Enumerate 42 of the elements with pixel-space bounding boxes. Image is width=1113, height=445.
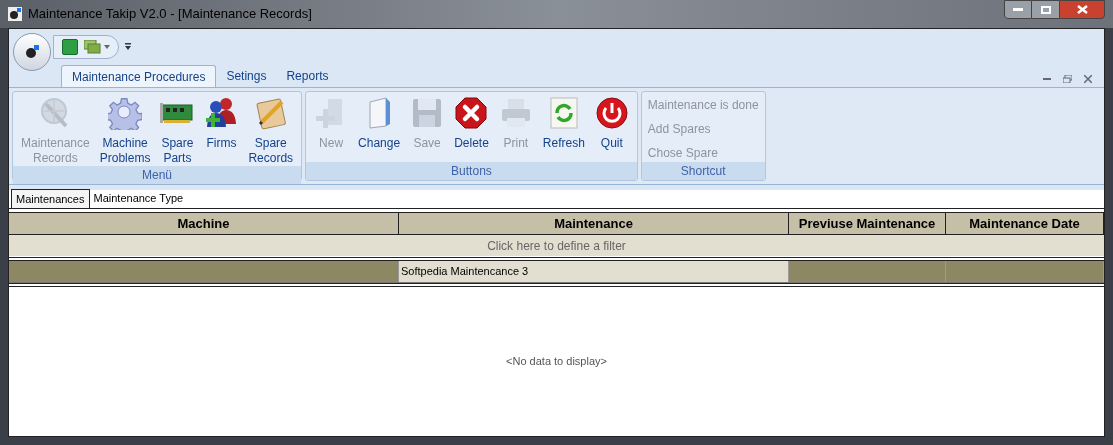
delete-icon	[454, 96, 489, 130]
maximize-icon	[1040, 5, 1051, 14]
window-title: Maintenance Takip V2.0 - [Maintenance Records]	[28, 5, 312, 24]
power-icon	[594, 96, 629, 130]
ribbon-button[interactable]: Machine Problems	[95, 96, 155, 166]
close-button[interactable]	[1059, 0, 1105, 19]
minimize-icon	[1043, 77, 1051, 81]
application-button[interactable]	[13, 33, 51, 71]
ribbon-tab[interactable]: Setings	[216, 65, 277, 87]
close-icon	[1084, 75, 1092, 83]
empty-message: <No data to display>	[506, 354, 607, 370]
maximize-button[interactable]	[1032, 0, 1059, 19]
minimize-icon	[1013, 7, 1023, 12]
column-header[interactable]: Maintenance	[399, 213, 789, 234]
ribbon-button[interactable]: Change	[354, 96, 405, 151]
customize-icon	[125, 43, 131, 51]
group-label: Menü	[13, 166, 302, 184]
ribbon-tab[interactable]: Reports	[276, 65, 339, 87]
ribbon-button[interactable]: Refresh	[538, 96, 589, 151]
column-header[interactable]: Maintenance Date	[946, 213, 1104, 234]
caret-icon	[104, 45, 110, 49]
document-tab[interactable]: Maintenance Type	[89, 189, 188, 208]
layers-icon	[84, 40, 102, 54]
app-icon	[8, 7, 22, 21]
ribbon-tab[interactable]: Maintenance Procedures	[61, 65, 217, 87]
column-header[interactable]: Previuse Maintenance	[789, 213, 946, 234]
restore-icon	[1063, 75, 1072, 83]
layers-dropdown-button[interactable]	[84, 40, 110, 54]
minimize-button[interactable]	[1004, 0, 1032, 19]
group-label: Buttons	[306, 162, 637, 180]
ribbon-button[interactable]: Spare Parts	[156, 96, 199, 166]
ribbon-button[interactable]: Delete	[450, 96, 493, 151]
column-header[interactable]: Machine	[9, 213, 399, 234]
ribbon-button[interactable]: Quit	[590, 96, 633, 151]
ribbon-button[interactable]: Spare Records	[244, 96, 298, 166]
group-label: Shortcut	[641, 162, 765, 180]
filter-row[interactable]: Click here to define a filter	[9, 235, 1104, 256]
close-icon	[1076, 5, 1088, 14]
ribbon-button[interactable]: Firms	[200, 96, 243, 151]
people-icon	[204, 96, 239, 130]
document-tab[interactable]: Maintenances	[11, 189, 90, 208]
table-cell: Softpedia Maintencance 3	[399, 261, 789, 282]
